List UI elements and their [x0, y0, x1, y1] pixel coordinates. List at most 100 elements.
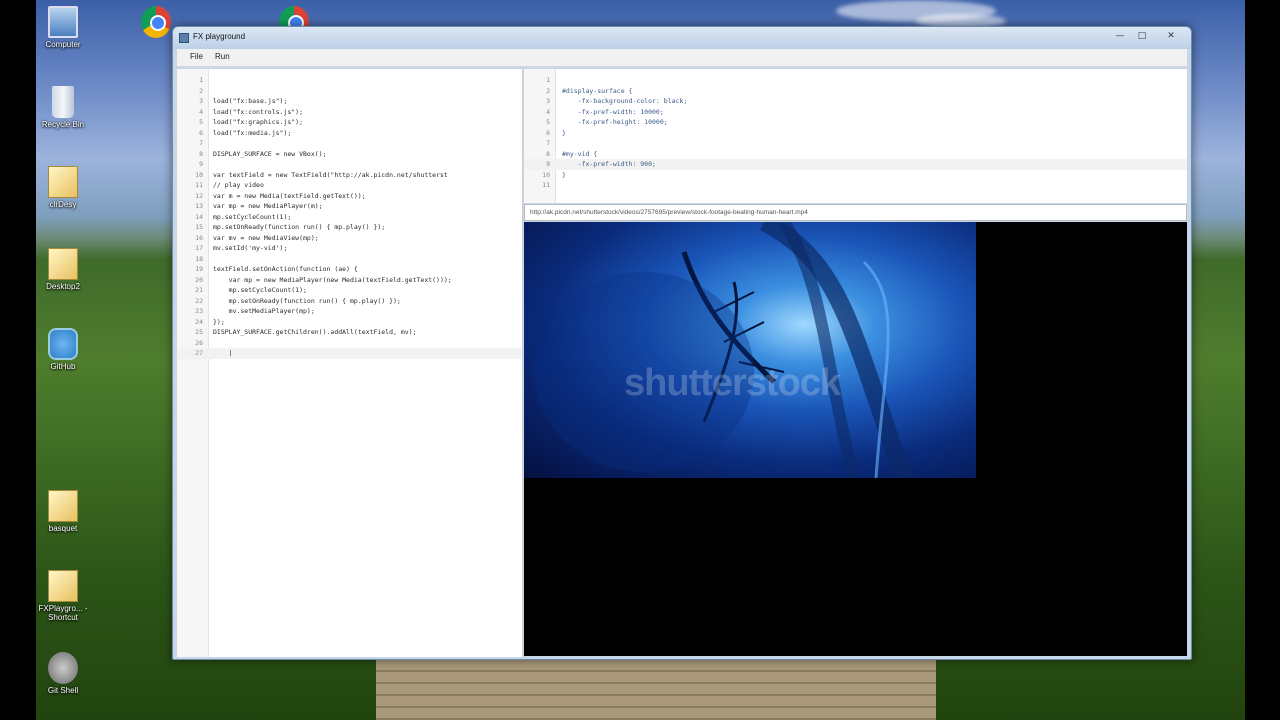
code-line[interactable]: 11 // play video [177, 180, 522, 191]
video-watermark: shutterstock [624, 362, 841, 404]
code-line[interactable]: 4 load("fx:controls.js"); [177, 107, 522, 118]
desktop-icon-git-shell[interactable]: Git Shell [33, 652, 93, 695]
code-line[interactable]: 17 mv.setId('my-vid'); [177, 243, 522, 254]
recycle-bin-icon [52, 86, 74, 118]
code-line[interactable]: 1 [524, 75, 1187, 86]
display-surface: shutterstock [524, 222, 1187, 656]
code-text: mv.setMediaPlayer(mp); [213, 307, 315, 315]
code-line[interactable]: 26 [177, 338, 522, 349]
code-line[interactable]: 27 | [177, 348, 522, 359]
desktop-icon-label: Desktop2 [46, 282, 80, 291]
code-line[interactable]: 13 var mp = new MediaPlayer(m); [177, 201, 522, 212]
code-line[interactable]: 2 #display-surface { [524, 86, 1187, 97]
menu-run[interactable]: Run [215, 52, 230, 61]
line-number: 1 [199, 76, 203, 84]
github-icon [48, 328, 78, 360]
code-line[interactable]: 14 mp.setCycleCount(1); [177, 212, 522, 223]
chrome-icon [141, 6, 171, 38]
code-line[interactable]: 5 -fx-pref-height: 10000; [524, 117, 1187, 128]
line-number: 17 [195, 244, 203, 252]
code-line[interactable]: 6 load("fx:media.js"); [177, 128, 522, 139]
line-number: 7 [546, 139, 550, 147]
code-line[interactable]: 7 [177, 138, 522, 149]
code-line[interactable]: 8 DISPLAY_SURFACE = new VBox(); [177, 149, 522, 160]
heart-illustration [534, 222, 913, 478]
line-number: 26 [195, 338, 203, 347]
line-number: 8 [199, 149, 203, 158]
screen: Computer Recycle Bin clrDesy Desktop2 Gi… [0, 0, 1280, 720]
code-line[interactable]: 8 #my-vid { [524, 149, 1187, 160]
code-text: -fx-background-color: black; [562, 97, 688, 105]
line-number: 8 [546, 149, 550, 158]
line-number: 27 [195, 349, 203, 357]
menu-file[interactable]: File [190, 52, 203, 61]
desktop-icon-fxplayground-shortcut[interactable]: FXPlaygro... - Shortcut [33, 570, 93, 622]
desktop-icon-clrdesy[interactable]: clrDesy [33, 166, 93, 209]
line-number: 18 [195, 254, 203, 263]
code-text: -fx-pref-width: 10000; [562, 107, 664, 116]
code-text: var mp = new MediaPlayer(m); [213, 202, 323, 210]
code-text: mv.setId('my-vid'); [213, 244, 288, 252]
code-text: load("fx:controls.js"); [213, 107, 304, 116]
code-text: -fx-pref-width: 900; [562, 160, 656, 168]
line-number: 15 [195, 223, 203, 231]
code-line[interactable]: 3 load("fx:base.js"); [177, 96, 522, 107]
code-line[interactable]: 20 var mp = new MediaPlayer(new Media(te… [177, 275, 522, 286]
close-button[interactable]: ✕ [1157, 30, 1185, 42]
desktop-icon-computer[interactable]: Computer [33, 6, 93, 49]
line-number: 20 [195, 275, 203, 284]
line-number: 21 [195, 286, 203, 294]
code-line[interactable]: 23 mv.setMediaPlayer(mp); [177, 306, 522, 317]
desktop-icon-recycle-bin[interactable]: Recycle Bin [33, 86, 93, 129]
url-text-field[interactable]: http://ak.picdn.net/shutterstock/videos/… [524, 204, 1187, 221]
code-line[interactable]: 3 -fx-background-color: black; [524, 96, 1187, 107]
title-bar[interactable]: FX playground — □ ✕ [173, 27, 1191, 49]
code-line[interactable]: 12 var m = new Media(textField.getText())… [177, 191, 522, 202]
line-number: 10 [542, 170, 550, 179]
desktop-icon-label: Recycle Bin [41, 120, 85, 129]
git-shell-icon [48, 652, 78, 684]
code-line[interactable]: 11 [524, 180, 1187, 191]
desktop-icon-github[interactable]: GitHub [33, 328, 93, 371]
code-line[interactable]: 25 DISPLAY_SURFACE.getChildren().addAll(t… [177, 327, 522, 338]
code-line[interactable]: 19 textField.setOnAction(function (ae) { [177, 264, 522, 275]
code-line[interactable]: 22 mp.setOnReady(function run() { mp.pla… [177, 296, 522, 307]
minimize-button[interactable]: — [1109, 30, 1131, 42]
code-line[interactable]: 18 [177, 254, 522, 265]
css-editor[interactable]: 1 2 #display-surface {3 -fx-background-col… [524, 69, 1187, 203]
code-text: #display-surface { [562, 86, 633, 95]
code-line[interactable]: 1 [177, 75, 522, 86]
code-line[interactable]: 4 -fx-pref-width: 10000; [524, 107, 1187, 118]
line-number: 12 [195, 191, 203, 200]
file-icon [48, 166, 78, 198]
code-line[interactable]: 5 load("fx:graphics.js"); [177, 117, 522, 128]
desktop-icon-basquet[interactable]: basquet [33, 490, 93, 533]
code-line[interactable]: 24}); [177, 317, 522, 328]
code-line[interactable]: 16 var mv = new MediaView(mp); [177, 233, 522, 244]
code-text: load("fx:base.js"); [213, 97, 288, 105]
code-text: } [562, 170, 566, 179]
code-line[interactable]: 2 [177, 86, 522, 97]
line-number: 6 [546, 128, 550, 137]
desktop-icon-desktop2[interactable]: Desktop2 [33, 248, 93, 291]
code-line[interactable]: 6} [524, 128, 1187, 139]
code-line[interactable]: 21 mp.setCycleCount(1); [177, 285, 522, 296]
maximize-button[interactable]: □ [1131, 30, 1153, 42]
code-line[interactable]: 10} [524, 170, 1187, 181]
code-line[interactable]: 15 mp.setOnReady(function run() { mp.play… [177, 222, 522, 233]
line-number: 11 [542, 181, 550, 189]
line-number: 2 [199, 86, 203, 95]
code-text: mp.setCycleCount(1); [213, 286, 307, 294]
app-icon [179, 33, 189, 43]
code-text: var mp = new MediaPlayer(new Media(textF… [213, 275, 452, 284]
code-line[interactable]: 9 [177, 159, 522, 170]
code-text: // play video [213, 181, 264, 189]
line-number: 11 [195, 181, 203, 189]
media-view-video[interactable]: shutterstock [524, 222, 976, 478]
code-text: load("fx:media.js"); [213, 128, 292, 137]
code-line[interactable]: 10 var textField = new TextField("http://… [177, 170, 522, 181]
javascript-editor[interactable]: 1 2 3 load("fx:base.js"); 4 load("fx:controls… [177, 69, 523, 657]
code-text: -fx-pref-height: 10000; [562, 118, 668, 126]
code-line[interactable]: 9 -fx-pref-width: 900; [524, 159, 1187, 170]
code-line[interactable]: 7 [524, 138, 1187, 149]
